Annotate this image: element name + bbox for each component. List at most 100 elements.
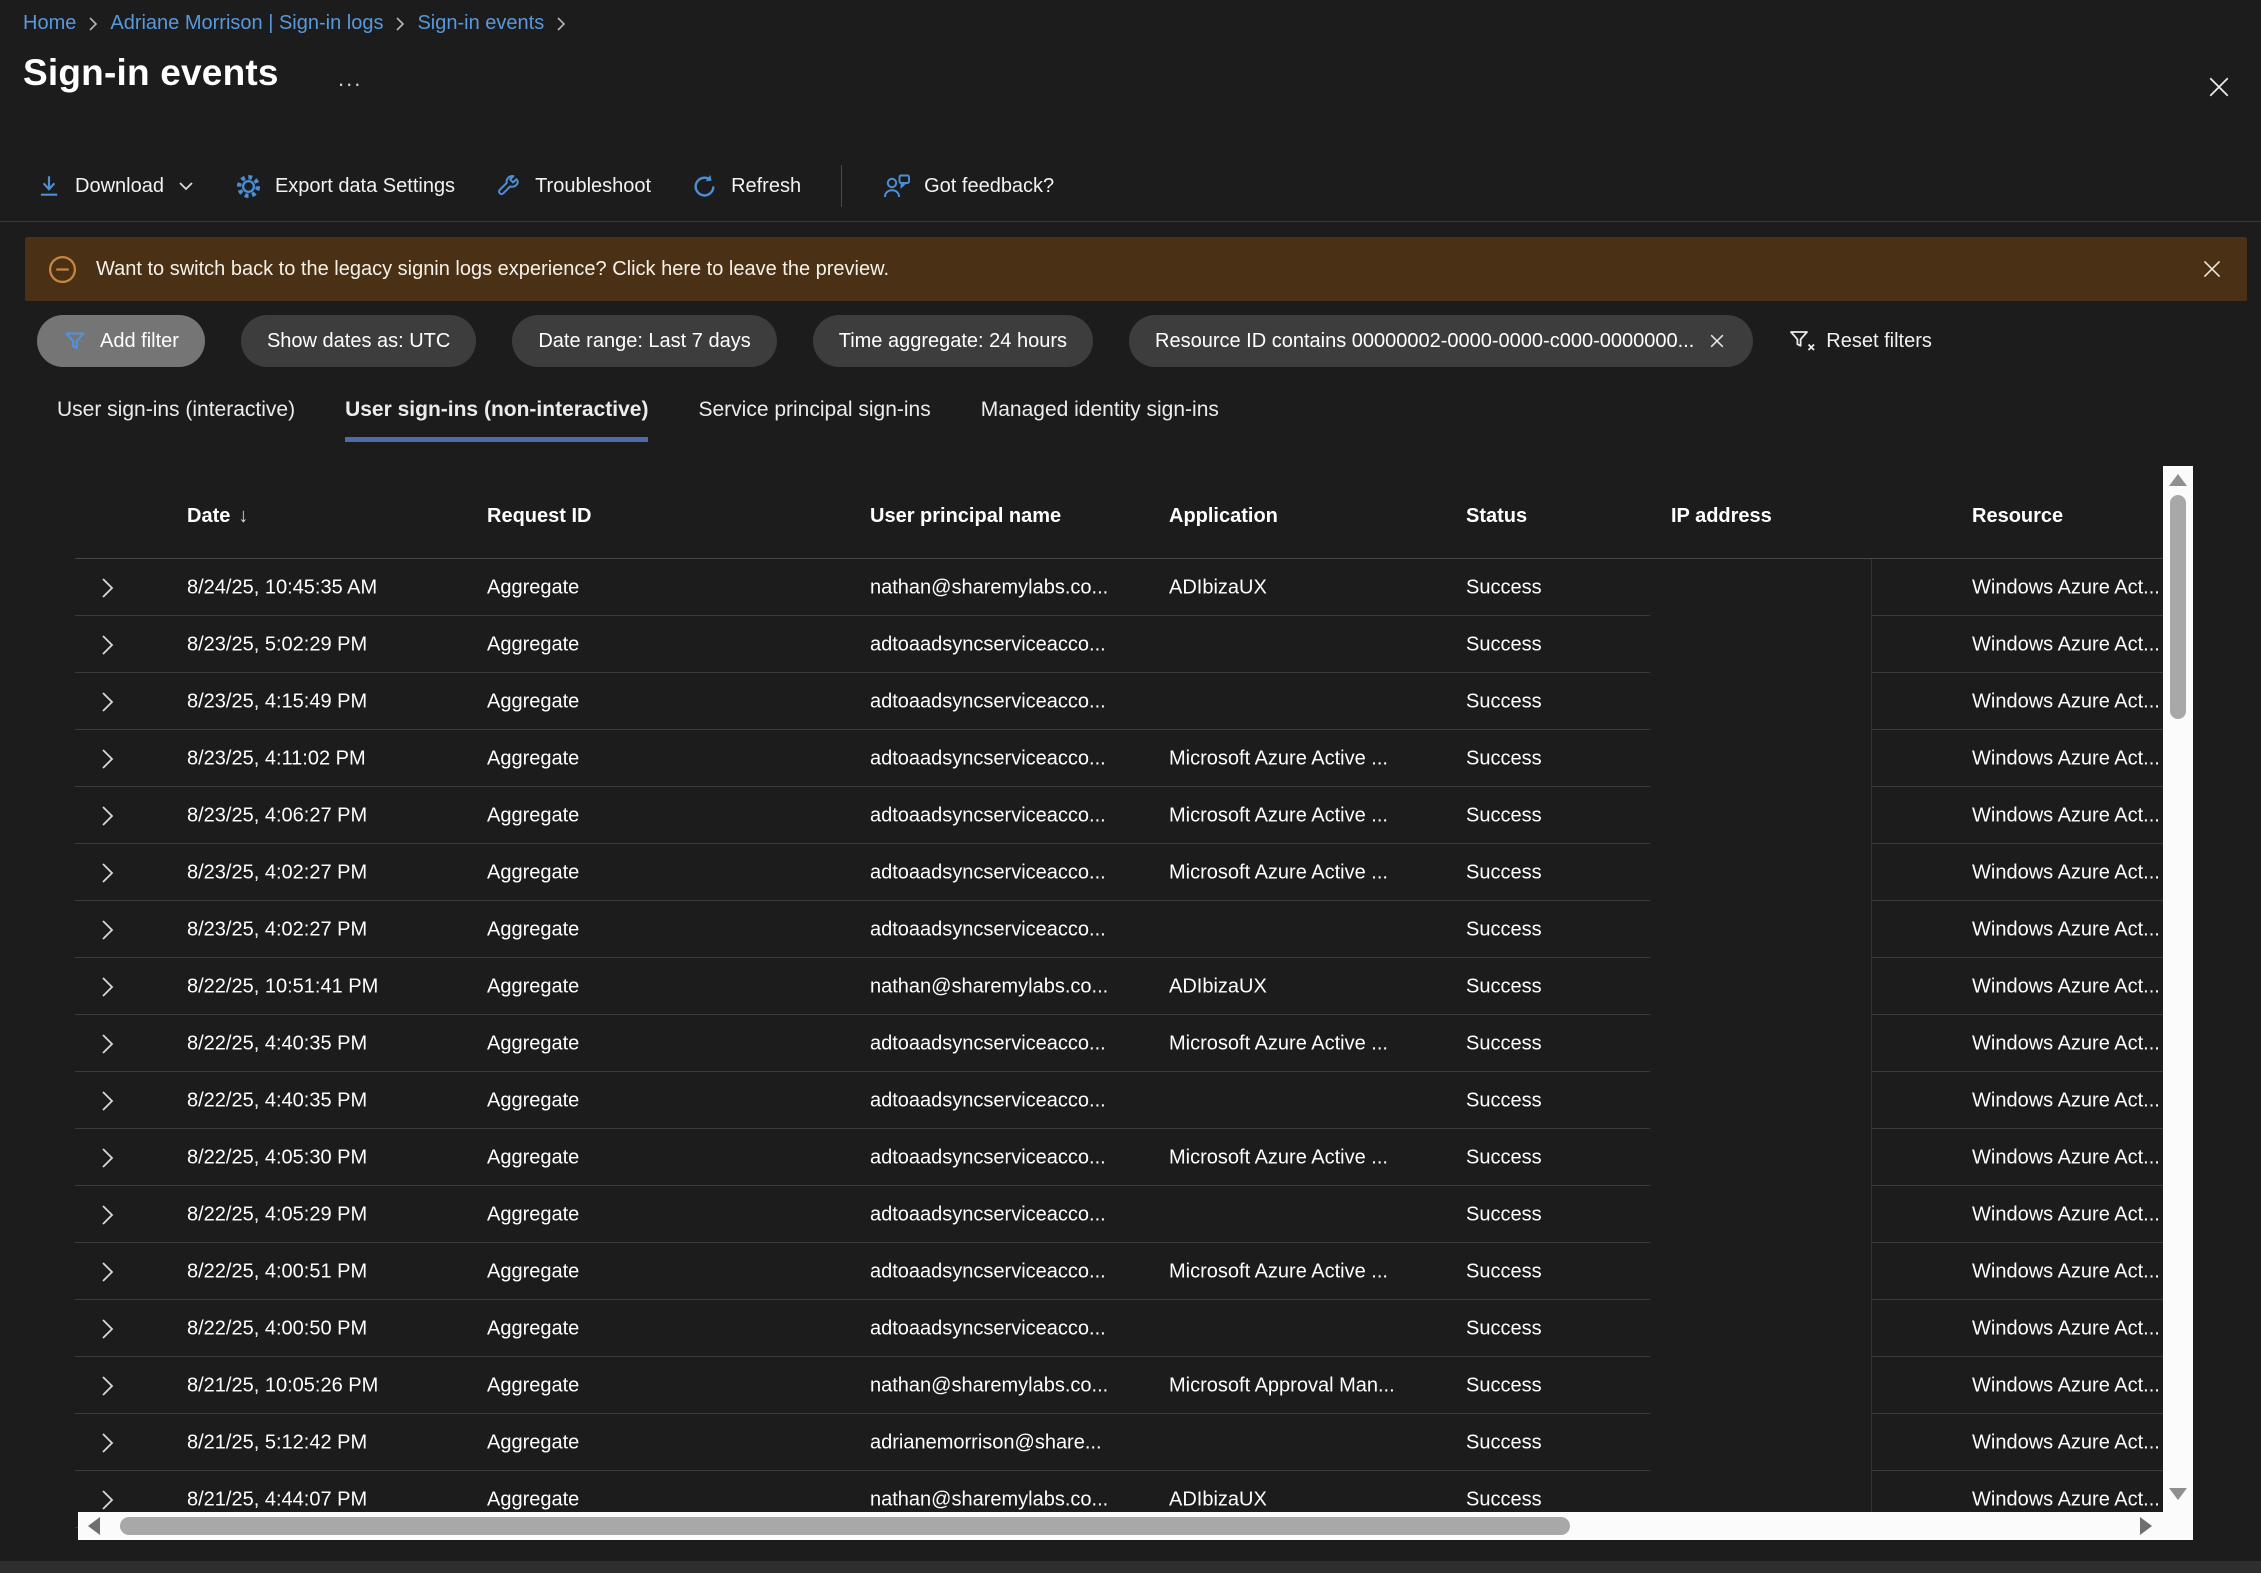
breadcrumb-link-signin-logs[interactable]: Adriane Morrison | Sign-in logs — [110, 12, 383, 35]
cell-resource: Windows Azure Act... — [1972, 690, 2163, 713]
row-expand-chevron-icon[interactable] — [100, 689, 115, 715]
cell-status: Success — [1466, 1203, 1542, 1226]
row-expand-chevron-icon[interactable] — [100, 1145, 115, 1171]
horizontal-scrollbar-thumb[interactable] — [120, 1517, 1570, 1535]
row-expand-chevron-icon[interactable] — [100, 1259, 115, 1285]
cell-user-principal-name: adtoaadsyncserviceacco... — [870, 1203, 1106, 1226]
cell-user-principal-name: adtoaadsyncserviceacco... — [870, 1146, 1106, 1169]
row-expand-chevron-icon[interactable] — [100, 1088, 115, 1114]
table-row[interactable]: 8/22/25, 4:40:35 PM Aggregate adtoaadsyn… — [0, 1015, 2261, 1072]
add-filter-button[interactable]: Add filter — [37, 315, 205, 367]
legacy-preview-banner[interactable]: Want to switch back to the legacy signin… — [25, 237, 2247, 301]
scroll-right-arrow-icon[interactable] — [2140, 1517, 2152, 1535]
export-data-settings-button[interactable]: Export data Settings — [235, 173, 455, 200]
remove-filter-icon[interactable] — [1707, 331, 1727, 351]
breadcrumb-link-home[interactable]: Home — [23, 12, 76, 35]
tab-managed-identity-signins[interactable]: Managed identity sign-ins — [981, 398, 1219, 442]
cell-request-id: Aggregate — [487, 975, 579, 998]
row-expand-chevron-icon[interactable] — [100, 1373, 115, 1399]
filter-pill-time-aggregate[interactable]: Time aggregate: 24 hours — [813, 315, 1093, 367]
breadcrumb-link-signin-events[interactable]: Sign-in events — [417, 12, 544, 35]
column-header-label: Resource — [1972, 505, 2063, 528]
column-header-label: Request ID — [487, 505, 591, 528]
column-header-label: IP address — [1671, 505, 1772, 528]
row-expand-chevron-icon[interactable] — [100, 974, 115, 1000]
tab-user-signins-interactive[interactable]: User sign-ins (interactive) — [57, 398, 295, 442]
cell-application: Microsoft Approval Man... — [1169, 1374, 1395, 1397]
row-expand-chevron-icon[interactable] — [100, 860, 115, 886]
row-expand-chevron-icon[interactable] — [100, 575, 115, 601]
filter-pill-resource-id[interactable]: Resource ID contains 00000002-0000-0000-… — [1129, 315, 1753, 367]
column-header-ip-address[interactable]: IP address — [1671, 505, 1772, 528]
cell-date: 8/24/25, 10:45:35 AM — [187, 576, 377, 599]
cell-status: Success — [1466, 1260, 1542, 1283]
gear-icon — [235, 173, 262, 200]
tab-user-signins-non-interactive[interactable]: User sign-ins (non-interactive) — [345, 398, 648, 442]
cell-request-id: Aggregate — [487, 1089, 579, 1112]
vertical-scrollbar-thumb[interactable] — [2170, 495, 2186, 719]
table-row[interactable]: 8/22/25, 4:00:51 PM Aggregate adtoaadsyn… — [0, 1243, 2261, 1300]
cell-date: 8/23/25, 4:02:27 PM — [187, 861, 367, 884]
table-row[interactable]: 8/23/25, 4:02:27 PM Aggregate adtoaadsyn… — [0, 844, 2261, 901]
column-header-upn[interactable]: User principal name — [870, 505, 1061, 528]
row-expand-chevron-icon[interactable] — [100, 1316, 115, 1342]
cell-application: ADIbizaUX — [1169, 975, 1267, 998]
cell-resource: Windows Azure Act... — [1972, 975, 2163, 998]
banner-close-icon[interactable] — [2199, 256, 2225, 282]
table-row[interactable]: 8/23/25, 4:15:49 PM Aggregate adtoaadsyn… — [0, 673, 2261, 730]
export-data-settings-label: Export data Settings — [275, 175, 455, 198]
horizontal-scrollbar[interactable] — [78, 1512, 2193, 1540]
got-feedback-button[interactable]: Got feedback? — [882, 173, 1054, 200]
cell-request-id: Aggregate — [487, 690, 579, 713]
close-page-icon[interactable] — [2204, 72, 2234, 102]
refresh-button[interactable]: Refresh — [691, 173, 801, 200]
scroll-up-arrow-icon[interactable] — [2169, 474, 2187, 486]
table-row[interactable]: 8/22/25, 4:05:30 PM Aggregate adtoaadsyn… — [0, 1129, 2261, 1186]
add-filter-label: Add filter — [100, 330, 179, 353]
scroll-down-arrow-icon[interactable] — [2169, 1488, 2187, 1500]
table-row[interactable]: 8/21/25, 5:12:42 PM Aggregate adrianemor… — [0, 1414, 2261, 1471]
row-expand-chevron-icon[interactable] — [100, 746, 115, 772]
chevron-right-icon — [87, 15, 99, 33]
row-expand-chevron-icon[interactable] — [100, 1487, 115, 1513]
column-header-date[interactable]: Date ↓ — [187, 505, 248, 528]
scroll-left-arrow-icon[interactable] — [88, 1517, 100, 1535]
troubleshoot-button[interactable]: Troubleshoot — [495, 173, 651, 200]
cell-request-id: Aggregate — [487, 1317, 579, 1340]
reset-filters-button[interactable]: Reset filters — [1789, 329, 1932, 353]
blocked-info-icon — [47, 254, 78, 285]
more-options-button[interactable]: ... — [338, 66, 362, 92]
row-expand-chevron-icon[interactable] — [100, 1031, 115, 1057]
cell-request-id: Aggregate — [487, 1032, 579, 1055]
filter-pill-show-dates[interactable]: Show dates as: UTC — [241, 315, 476, 367]
cell-application: Microsoft Azure Active ... — [1169, 1032, 1388, 1055]
table-row[interactable]: 8/23/25, 5:02:29 PM Aggregate adtoaadsyn… — [0, 616, 2261, 673]
table-row[interactable]: 8/24/25, 10:45:35 AM Aggregate nathan@sh… — [0, 559, 2261, 616]
row-expand-chevron-icon[interactable] — [100, 1430, 115, 1456]
page-title: Sign-in events — [23, 52, 279, 94]
table-row[interactable]: 8/22/25, 4:00:50 PM Aggregate adtoaadsyn… — [0, 1300, 2261, 1357]
column-header-resource[interactable]: Resource — [1972, 505, 2063, 528]
table-row[interactable]: 8/23/25, 4:06:27 PM Aggregate adtoaadsyn… — [0, 787, 2261, 844]
table-row[interactable]: 8/21/25, 10:05:26 PM Aggregate nathan@sh… — [0, 1357, 2261, 1414]
column-header-request-id[interactable]: Request ID — [487, 505, 591, 528]
cell-request-id: Aggregate — [487, 804, 579, 827]
table-row[interactable]: 8/23/25, 4:11:02 PM Aggregate adtoaadsyn… — [0, 730, 2261, 787]
command-bar: Download Export data Settings Troublesho… — [36, 160, 1054, 212]
row-expand-chevron-icon[interactable] — [100, 632, 115, 658]
row-expand-chevron-icon[interactable] — [100, 917, 115, 943]
table-row[interactable]: 8/23/25, 4:02:27 PM Aggregate adtoaadsyn… — [0, 901, 2261, 958]
column-header-status[interactable]: Status — [1466, 505, 1527, 528]
cell-status: Success — [1466, 918, 1542, 941]
filter-pill-date-range[interactable]: Date range: Last 7 days — [512, 315, 776, 367]
tab-service-principal-signins[interactable]: Service principal sign-ins — [698, 398, 930, 442]
table-row[interactable]: 8/22/25, 10:51:41 PM Aggregate nathan@sh… — [0, 958, 2261, 1015]
table-row[interactable]: 8/22/25, 4:40:35 PM Aggregate adtoaadsyn… — [0, 1072, 2261, 1129]
row-expand-chevron-icon[interactable] — [100, 803, 115, 829]
table-row[interactable]: 8/22/25, 4:05:29 PM Aggregate adtoaadsyn… — [0, 1186, 2261, 1243]
cell-date: 8/23/25, 4:02:27 PM — [187, 918, 367, 941]
vertical-scrollbar[interactable] — [2163, 466, 2193, 1540]
row-expand-chevron-icon[interactable] — [100, 1202, 115, 1228]
column-header-application[interactable]: Application — [1169, 505, 1278, 528]
download-button[interactable]: Download — [36, 173, 195, 199]
